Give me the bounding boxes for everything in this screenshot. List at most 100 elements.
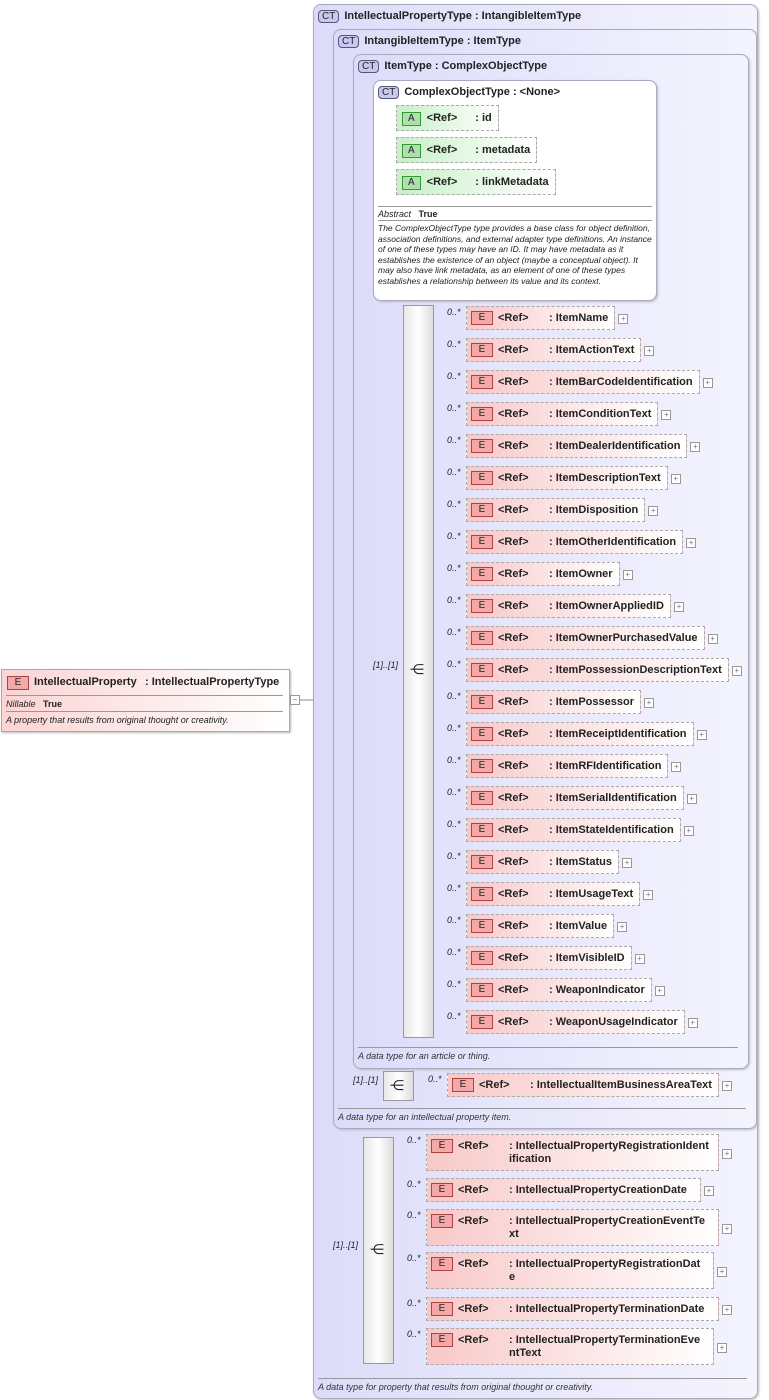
element-ref[interactable]: E <Ref>: ItemVisibleID — [466, 946, 632, 970]
element-icon: E — [431, 1302, 453, 1316]
element-ref-label: <Ref> — [498, 824, 529, 836]
element-name: : ItemOwner — [549, 568, 613, 580]
sequence-compositor[interactable]: ⋲ — [403, 305, 434, 1038]
element-ref[interactable]: E <Ref>: ItemPossessionDescriptionText — [466, 658, 729, 682]
element-name: : ItemRFIdentification — [549, 760, 662, 772]
expand-toggle[interactable]: + — [717, 1266, 727, 1277]
element-ref[interactable]: E <Ref>: IntellectualItemBusinessAreaText — [447, 1073, 719, 1097]
element-ref[interactable]: E <Ref>: ItemReceiptIdentification — [466, 722, 694, 746]
element-ref-label: <Ref> — [498, 568, 529, 580]
expand-toggle[interactable]: + — [648, 506, 659, 516]
element-ref[interactable]: E <Ref>: IntellectualPropertyCreationDate — [426, 1178, 701, 1202]
expand-toggle[interactable]: + — [690, 442, 701, 452]
expand-toggle[interactable]: + — [702, 378, 713, 388]
expand-toggle[interactable]: + — [687, 1018, 698, 1028]
expand-toggle[interactable]: + — [731, 666, 742, 676]
element-ref[interactable]: E <Ref>: ItemValue — [466, 914, 615, 938]
attribute-icon: A — [402, 144, 421, 158]
expand-toggle[interactable]: + — [686, 794, 697, 804]
attribute-icon: A — [402, 176, 421, 190]
element-cardinality: 0..* — [447, 435, 461, 445]
element-ref-label: <Ref> — [498, 664, 529, 676]
element-ref[interactable]: E <Ref>: ItemPossessor — [466, 690, 641, 714]
element-ref[interactable]: E <Ref>: IntellectualPropertyTerminationD… — [426, 1297, 719, 1321]
element-ref[interactable]: E <Ref>: ItemDisposition — [466, 498, 646, 522]
type-title: ComplexObjectType : <None> — [404, 86, 561, 98]
type-title: IntellectualPropertyType : IntangibleIte… — [344, 10, 582, 22]
attribute-name: : linkMetadata — [475, 176, 549, 188]
element-name: : IntellectualPropertyRegistrationIdenti… — [509, 1140, 709, 1165]
expand-toggle[interactable]: + — [643, 698, 654, 708]
element-cardinality: 0..* — [447, 371, 461, 381]
element-ref[interactable]: E <Ref>: IntellectualPropertyRegistration… — [426, 1252, 714, 1289]
element-ref[interactable]: E <Ref>: ItemUsageText — [466, 882, 641, 906]
expand-toggle[interactable]: + — [643, 890, 654, 900]
expand-toggle[interactable]: + — [661, 410, 672, 420]
expand-toggle[interactable]: + — [634, 954, 645, 964]
expand-toggle[interactable]: + — [670, 474, 681, 484]
expand-toggle[interactable]: + — [686, 538, 697, 548]
root-element[interactable]: E IntellectualProperty : IntellectualPro… — [1, 669, 290, 732]
element-ref[interactable]: E <Ref>: WeaponUsageIndicator — [466, 1010, 685, 1034]
element-cardinality: 0..* — [407, 1179, 421, 1189]
expand-toggle[interactable]: + — [722, 1223, 732, 1234]
element-cardinality: 0..* — [447, 1011, 461, 1021]
element-ref[interactable]: E <Ref>: ItemDescriptionText — [466, 466, 668, 490]
collapse-toggle[interactable]: − — [290, 695, 300, 705]
expand-toggle[interactable]: + — [671, 762, 682, 772]
element-icon: E — [7, 676, 29, 690]
element-ref[interactable]: E <Ref>: IntellectualPropertyCreationEven… — [426, 1209, 719, 1246]
element-ref[interactable]: E <Ref>: ItemStatus — [466, 850, 619, 874]
expand-toggle[interactable]: + — [644, 346, 655, 356]
element-ref-label: <Ref> — [458, 1215, 489, 1227]
expand-toggle[interactable]: + — [721, 1081, 732, 1091]
attribute-0[interactable]: A <Ref>: id — [396, 105, 499, 131]
element-icon: E — [471, 919, 493, 933]
element-ref[interactable]: E <Ref>: ItemConditionText — [466, 402, 659, 426]
expand-toggle[interactable]: + — [683, 826, 694, 836]
element-name: : IntellectualPropertyTerminationDate — [509, 1303, 705, 1315]
element-ref[interactable]: E <Ref>: IntellectualPropertyTerminationE… — [426, 1328, 714, 1365]
expand-toggle[interactable]: + — [618, 314, 629, 324]
element-ref[interactable]: E <Ref>: ItemOtherIdentification — [466, 530, 684, 554]
element-ref-label: <Ref> — [458, 1140, 489, 1152]
element-ref-label: <Ref> — [498, 952, 529, 964]
expand-toggle[interactable]: + — [654, 986, 665, 996]
element-ref[interactable]: E <Ref>: ItemOwnerAppliedID — [466, 594, 671, 618]
attribute-1[interactable]: A <Ref>: metadata — [396, 137, 538, 163]
element-ref[interactable]: E <Ref>: ItemStateIdentification — [466, 818, 681, 842]
element-ref-label: <Ref> — [498, 1016, 529, 1028]
expand-toggle[interactable]: + — [717, 1342, 727, 1353]
expand-toggle[interactable]: + — [617, 922, 628, 932]
expand-toggle[interactable]: + — [621, 858, 632, 868]
expand-toggle[interactable]: + — [722, 1305, 732, 1315]
expand-toggle[interactable]: + — [622, 570, 633, 580]
element-cardinality: 0..* — [447, 947, 461, 957]
element-ref[interactable]: E <Ref>: IntellectualPropertyRegistration… — [426, 1134, 719, 1171]
element-name: : ItemReceiptIdentification — [549, 728, 687, 740]
element-ref[interactable]: E <Ref>: ItemDealerIdentification — [466, 434, 688, 458]
element-ref[interactable]: E <Ref>: WeaponIndicator — [466, 978, 652, 1002]
attribute-2[interactable]: A <Ref>: linkMetadata — [396, 169, 556, 195]
element-ref[interactable]: E <Ref>: ItemBarCodeIdentification — [466, 370, 700, 394]
element-ref[interactable]: E <Ref>: ItemRFIdentification — [466, 754, 669, 778]
element-ref[interactable]: E <Ref>: ItemOwnerPurchasedValue — [466, 626, 705, 650]
sequence-compositor[interactable]: ⋲ — [363, 1137, 394, 1364]
element-cardinality: 0..* — [447, 883, 461, 893]
element-icon: E — [471, 631, 493, 645]
element-ref[interactable]: E <Ref>: ItemOwner — [466, 562, 620, 586]
element-ref-label: <Ref> — [498, 696, 529, 708]
expand-toggle[interactable]: + — [704, 1186, 714, 1196]
element-name: : ItemValue — [549, 920, 608, 932]
element-ref[interactable]: E <Ref>: ItemSerialIdentification — [466, 786, 684, 810]
expand-toggle[interactable]: + — [722, 1148, 732, 1159]
expand-toggle[interactable]: + — [696, 730, 707, 740]
element-ref[interactable]: E <Ref>: ItemActionText — [466, 338, 642, 362]
complex-type-icon: CT — [318, 10, 340, 23]
expand-toggle[interactable]: + — [707, 634, 718, 644]
element-icon: E — [471, 471, 493, 485]
sequence-cardinality: [1]..[1] — [353, 1075, 379, 1085]
element-ref[interactable]: E <Ref>: ItemName — [466, 306, 616, 330]
expand-toggle[interactable]: + — [673, 602, 684, 612]
sequence-compositor[interactable]: ⋲ — [383, 1071, 414, 1101]
